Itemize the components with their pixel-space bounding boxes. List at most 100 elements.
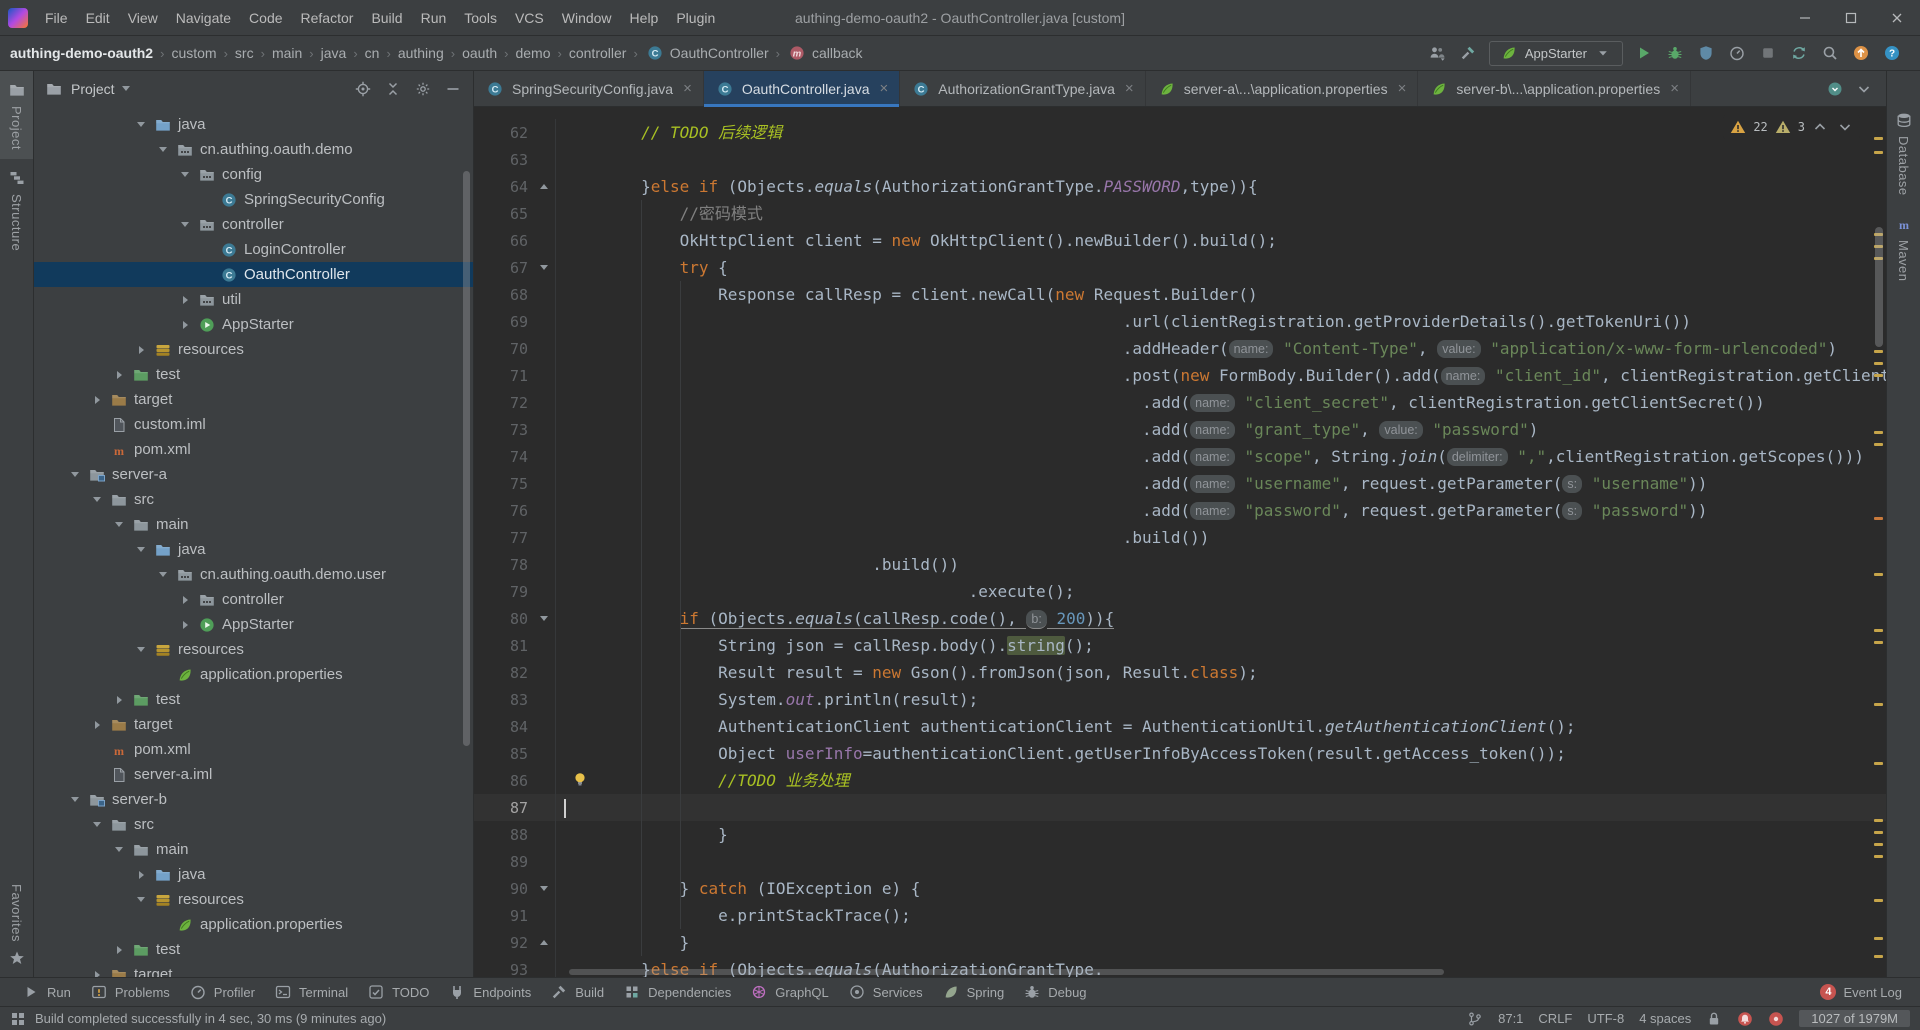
tab-close-icon[interactable]: × — [1670, 80, 1679, 97]
breadcrumb-item[interactable]: mcallback — [787, 43, 863, 63]
code-line-text[interactable]: AuthenticationClient authenticationClien… — [556, 713, 1575, 740]
line-number[interactable]: 92 — [474, 934, 532, 952]
breadcrumb-item[interactable]: COauthController — [645, 43, 769, 63]
code-line[interactable]: 86 //TODO 业务处理 — [474, 767, 1886, 794]
tree-item[interactable]: cn.authing.oauth.demo.user — [34, 562, 473, 587]
tree-chevron-icon[interactable] — [134, 122, 148, 127]
tree-item[interactable]: CSpringSecurityConfig — [34, 187, 473, 212]
stripe-warning-mark[interactable] — [1874, 362, 1883, 365]
menu-file[interactable]: File — [36, 6, 77, 30]
stripe-warning-mark[interactable] — [1874, 955, 1883, 958]
inspections-profile-icon[interactable] — [1768, 1011, 1784, 1027]
tree-item[interactable]: server-a.iml — [34, 762, 473, 787]
tree-chevron-icon[interactable] — [178, 172, 192, 177]
tree-chevron-icon[interactable] — [90, 396, 104, 404]
code-line[interactable]: 70 .addHeader(name: "Content-Type", valu… — [474, 335, 1886, 362]
stripe-warning-mark[interactable] — [1874, 431, 1883, 434]
tool-window-switcher-icon[interactable] — [10, 1011, 26, 1027]
code-line[interactable]: 72 .add(name: "client_secret", clientReg… — [474, 389, 1886, 416]
tree-item[interactable]: controller — [34, 212, 473, 237]
code-line[interactable]: 68 Response callResp = client.newCall(ne… — [474, 281, 1886, 308]
stripe-warning-mark[interactable] — [1874, 831, 1883, 834]
code-line-text[interactable]: if (Objects.equals(callResp.code(), b: 2… — [556, 605, 1114, 632]
update-icon[interactable] — [1789, 43, 1809, 63]
tree-item[interactable]: CLoginController — [34, 237, 473, 262]
code-line-text[interactable]: .add(name: "client_secret", clientRegist… — [556, 389, 1765, 416]
menu-refactor[interactable]: Refactor — [292, 6, 363, 30]
tree-item[interactable]: cn.authing.oauth.demo — [34, 137, 473, 162]
tree-chevron-icon[interactable] — [156, 147, 170, 152]
tree-item[interactable]: target — [34, 962, 473, 977]
fold-marker[interactable] — [532, 173, 556, 200]
line-number[interactable]: 75 — [474, 475, 532, 493]
tree-chevron-icon[interactable] — [178, 596, 192, 604]
tree-item[interactable]: resources — [34, 337, 473, 362]
code-line[interactable]: 73 .add(name: "grant_type", value: "pass… — [474, 416, 1886, 443]
line-number[interactable]: 72 — [474, 394, 532, 412]
code-line[interactable]: 62 // TODO 后续逻辑 — [474, 119, 1886, 146]
tree-item[interactable]: application.properties — [34, 662, 473, 687]
run-icon[interactable] — [1634, 43, 1654, 63]
line-number[interactable]: 93 — [474, 961, 532, 978]
tree-item[interactable]: AppStarter — [34, 312, 473, 337]
editor-tab[interactable]: CAuthorizationGrantType.java× — [900, 71, 1145, 106]
tool-window-button-spring[interactable]: Spring — [932, 978, 1014, 1006]
tree-chevron-icon[interactable] — [68, 797, 82, 802]
code-line[interactable]: 79 .execute(); — [474, 578, 1886, 605]
tree-item[interactable]: main — [34, 512, 473, 537]
tool-strip-tab-maven[interactable]: mMaven — [1887, 205, 1920, 291]
code-line[interactable]: 89 — [474, 848, 1886, 875]
tree-chevron-icon[interactable] — [112, 371, 126, 379]
coverage-icon[interactable] — [1696, 43, 1716, 63]
tree-item[interactable]: server-b — [34, 787, 473, 812]
line-number[interactable]: 77 — [474, 529, 532, 547]
caret-position[interactable]: 87:1 — [1498, 1011, 1523, 1026]
run-config-select[interactable]: AppStarter — [1489, 41, 1623, 66]
menu-plugin[interactable]: Plugin — [667, 6, 724, 30]
code-line-text[interactable]: .add(name: "grant_type", value: "passwor… — [556, 416, 1538, 443]
tree-chevron-icon[interactable] — [178, 321, 192, 329]
tree-item[interactable]: src — [34, 487, 473, 512]
menu-view[interactable]: View — [119, 6, 167, 30]
code-line-text[interactable]: //TODO 业务处理 — [556, 767, 850, 794]
event-log-button[interactable]: 4Event Log — [1820, 984, 1908, 1000]
code-line[interactable]: 64 }else if (Objects.equals(Authorizatio… — [474, 173, 1886, 200]
line-number[interactable]: 87 — [474, 799, 532, 817]
readonly-lock-icon[interactable] — [1706, 1011, 1722, 1027]
breadcrumb-item[interactable]: cn — [365, 45, 380, 61]
fold-marker[interactable] — [532, 875, 556, 902]
tree-item[interactable]: COauthController — [34, 262, 473, 287]
users-icon[interactable] — [1427, 43, 1447, 63]
ide-update-icon[interactable] — [1851, 43, 1871, 63]
help-icon[interactable]: ? — [1882, 43, 1902, 63]
code-line[interactable]: 81 String json = callResp.body().string(… — [474, 632, 1886, 659]
code-line-text[interactable]: // TODO 后续逻辑 — [556, 119, 782, 146]
stripe-warning-mark[interactable] — [1874, 762, 1883, 765]
line-number[interactable]: 80 — [474, 610, 532, 628]
code-line-text[interactable]: //密码模式 — [556, 200, 763, 227]
stripe-warning-mark[interactable] — [1874, 137, 1883, 140]
code-line-text[interactable]: } — [556, 929, 689, 956]
encoding-selector[interactable]: UTF-8 — [1587, 1011, 1624, 1026]
tool-window-button-debug[interactable]: Debug — [1013, 978, 1095, 1006]
editor-tab[interactable]: COauthController.java× — [704, 71, 900, 106]
code-line-text[interactable] — [556, 794, 566, 821]
menu-build[interactable]: Build — [362, 6, 411, 30]
menu-help[interactable]: Help — [621, 6, 668, 30]
code-line[interactable]: 78 .build()) — [474, 551, 1886, 578]
code-line-text[interactable]: .build()) — [556, 551, 959, 578]
tabs-list-icon[interactable] — [1854, 79, 1874, 99]
tree-chevron-icon[interactable] — [134, 547, 148, 552]
tool-window-button-todo[interactable]: TODO — [357, 978, 438, 1006]
code-line-text[interactable]: } catch (IOException e) { — [556, 875, 920, 902]
line-number[interactable]: 88 — [474, 826, 532, 844]
tool-strip-tab-structure[interactable]: Structure — [0, 159, 33, 260]
tool-window-button-profiler[interactable]: Profiler — [179, 978, 264, 1006]
tool-window-button-services[interactable]: Services — [838, 978, 932, 1006]
tree-item[interactable]: test — [34, 687, 473, 712]
stripe-warning-mark[interactable] — [1874, 843, 1883, 846]
breadcrumb-item[interactable]: authing-demo-oauth2 — [10, 45, 153, 61]
line-number[interactable]: 79 — [474, 583, 532, 601]
line-number[interactable]: 74 — [474, 448, 532, 466]
line-number[interactable]: 67 — [474, 259, 532, 277]
